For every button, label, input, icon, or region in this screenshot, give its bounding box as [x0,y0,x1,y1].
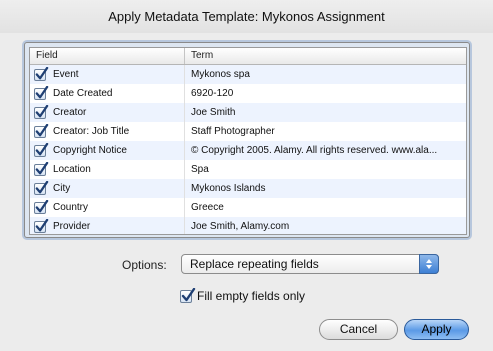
checkmark-icon [35,180,49,193]
field-label: Location [53,164,91,175]
checkmark-icon [35,85,49,98]
term-cell[interactable]: Mykonos Islands [185,179,466,198]
checkmark-icon [35,161,49,174]
field-label: Copyright Notice [53,145,127,156]
field-label: Date Created [53,88,113,99]
term-cell[interactable]: Joe Smith, Alamy.com [185,217,466,234]
window-title: Apply Metadata Template: Mykonos Assignm… [0,0,493,33]
table-row[interactable]: Creator Joe Smith [30,103,466,122]
field-cell: Location [30,160,185,179]
row-checkbox[interactable] [34,104,49,119]
row-checkbox[interactable] [34,161,49,176]
table-row[interactable]: Creator: Job Title Staff Photographer [30,122,466,141]
checkmark-icon [35,123,49,136]
row-checkbox[interactable] [34,85,49,100]
field-label: Creator [53,107,87,118]
row-checkbox[interactable] [34,180,49,195]
field-label: City [53,183,71,194]
table-row[interactable]: City Mykonos Islands [30,179,466,198]
fill-empty-label: Fill empty fields only [197,289,306,303]
field-cell: Creator: Job Title [30,122,185,141]
field-cell: Country [30,198,185,217]
field-cell: Provider [30,217,185,234]
fill-empty-checkbox[interactable] [180,287,196,303]
table-row[interactable]: Copyright Notice © Copyright 2005. Alamy.… [30,141,466,160]
column-header-term[interactable]: Term [185,48,466,64]
field-cell: Event [30,65,185,84]
metadata-table[interactable]: Field Term Event Mykonos spa Date Created 6… [29,47,467,235]
term-cell[interactable]: Staff Photographer [185,122,466,141]
table-row[interactable]: Date Created 6920-120 [30,84,466,103]
table-body: Event Mykonos spa Date Created 6920-120 Crea… [30,65,466,234]
row-checkbox[interactable] [34,123,49,138]
checkmark-icon [35,218,49,231]
field-label: Provider [53,221,91,232]
table-row[interactable]: Provider Joe Smith, Alamy.com [30,217,466,234]
row-checkbox[interactable] [34,199,49,214]
metadata-table-frame: Field Term Event Mykonos spa Date Created 6… [24,42,470,238]
row-checkbox[interactable] [34,66,49,81]
column-header-field[interactable]: Field [30,48,185,64]
checkmark-icon [35,199,49,212]
field-label: Event [53,69,79,80]
options-select-value: Replace repeating fields [190,257,319,271]
options-select[interactable]: Replace repeating fields [181,254,439,274]
term-cell[interactable]: Joe Smith [185,103,466,122]
checkmark-icon [35,66,49,79]
table-row[interactable]: Location Spa [30,160,466,179]
apply-button[interactable]: Apply [404,319,469,340]
term-cell[interactable]: © Copyright 2005. Alamy. All rights rese… [185,141,466,160]
field-cell: City [30,179,185,198]
field-cell: Creator [30,103,185,122]
table-row[interactable]: Country Greece [30,198,466,217]
checkmark-icon [181,287,196,301]
term-cell[interactable]: Greece [185,198,466,217]
field-cell: Copyright Notice [30,141,185,160]
cancel-button[interactable]: Cancel [319,319,398,340]
term-cell[interactable]: Spa [185,160,466,179]
field-label: Country [53,202,89,213]
term-cell[interactable]: Mykonos spa [185,65,466,84]
table-row[interactable]: Event Mykonos spa [30,65,466,84]
row-checkbox[interactable] [34,142,49,157]
row-checkbox[interactable] [34,218,49,233]
field-label: Creator: Job Title [53,126,130,137]
checkmark-icon [35,104,49,117]
options-label: Options: [122,258,167,272]
term-cell[interactable]: 6920-120 [185,84,466,103]
fill-empty-option[interactable]: Fill empty fields only [180,287,306,303]
checkmark-icon [35,142,49,155]
select-arrows-icon [419,254,439,274]
field-cell: Date Created [30,84,185,103]
table-header: Field Term [30,48,466,65]
